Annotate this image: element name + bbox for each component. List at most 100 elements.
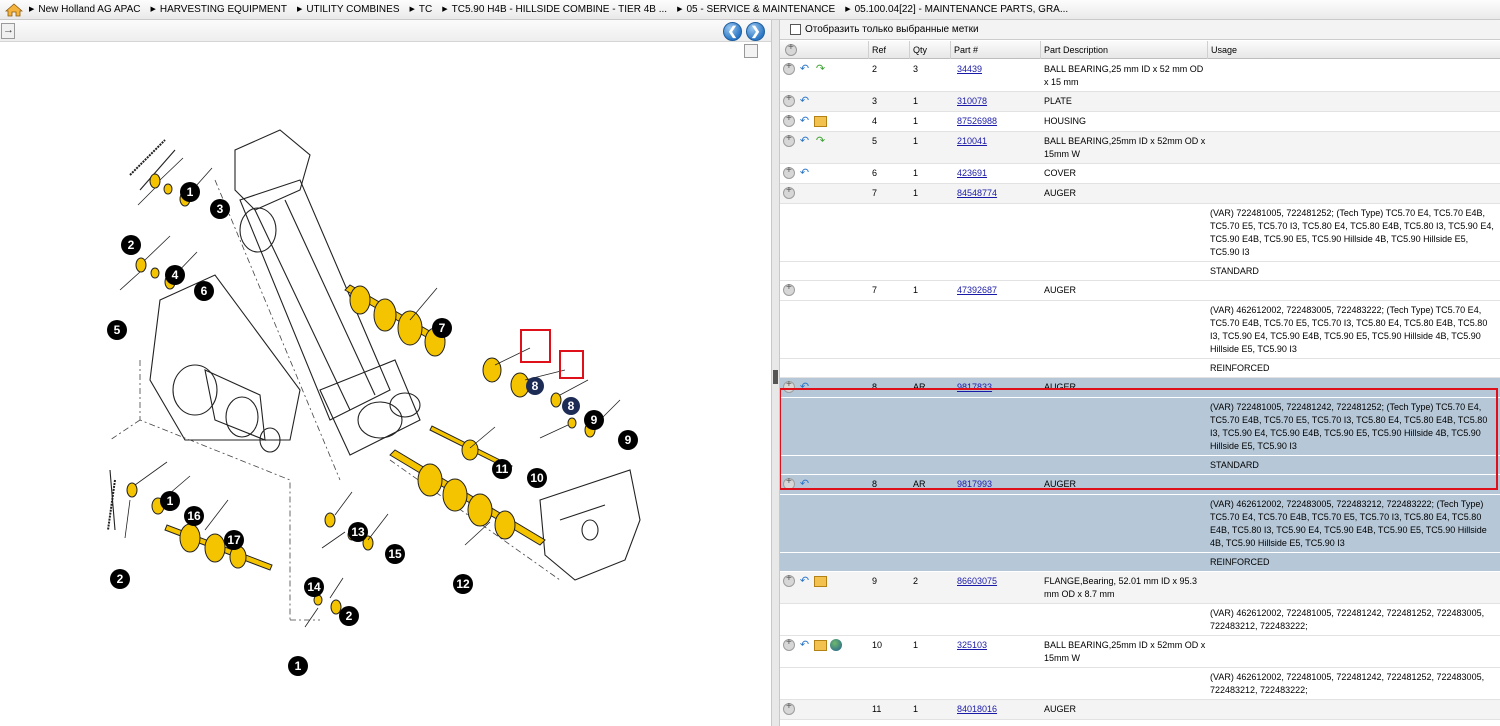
expand-row-icon[interactable] [783,165,795,179]
part-number-link[interactable]: 325103 [957,639,987,652]
breadcrumb-item[interactable]: UTILITY COMBINES [297,4,399,15]
parts-table-header: Ref Qty Part # Part Description Usage [780,41,1500,59]
table-row[interactable]: ↶ 6 1 423691 COVER [780,164,1500,184]
column-qty[interactable]: Qty [909,41,950,59]
arrow-back-icon[interactable]: ↶ [798,478,811,490]
expand-row-icon[interactable] [783,93,795,107]
column-description[interactable]: Part Description [1040,41,1207,59]
export-icon[interactable] [1,23,15,39]
row-icons: ↶↷ [783,133,827,147]
ref-cell: 3 [872,96,878,106]
column-part-number[interactable]: Part # [950,41,1040,59]
part-number-link[interactable]: 87526988 [957,115,997,128]
row-icons: ↶ [783,573,827,587]
description-cell: HOUSING [1044,116,1087,126]
usage-text: REINFORCED [1210,363,1270,373]
part-number-link[interactable]: 310078 [957,95,987,108]
part-number-link[interactable]: 84548774 [957,187,997,200]
arrow-back-icon[interactable]: ↶ [798,135,811,147]
arrow-forward-icon[interactable]: ↷ [814,63,827,75]
row-icons: ↶ [783,165,811,179]
breadcrumb-item[interactable]: New Holland AG APAC [29,4,140,15]
globe-icon[interactable] [830,639,842,651]
next-page-button[interactable]: ❯ [746,22,765,41]
callout-number: 15 [388,547,402,561]
arrow-back-icon[interactable]: ↶ [798,575,811,587]
parts-diagram[interactable]: 1 2 3 4 5 6 7 8 8 9 9 10 11 12 1 2 16 17 13 14 15 2 1 [0,60,771,726]
expand-row-icon[interactable] [783,573,795,587]
expand-row-icon[interactable] [783,133,795,147]
expand-row-icon[interactable] [783,637,795,651]
breadcrumb-item[interactable]: TC [410,4,432,15]
expand-row-icon[interactable] [783,282,795,296]
arrow-back-icon[interactable]: ↶ [798,639,811,651]
table-row[interactable]: 11184018016AUGER [780,700,1500,720]
breadcrumb-item[interactable]: 05.100.04[22] - MAINTENANCE PARTS, GRA..… [845,4,1069,15]
table-row[interactable]: ↶ 8 AR 9817993 AUGER [780,475,1500,495]
arrow-back-icon[interactable]: ↶ [798,381,811,393]
usage-text: (VAR) 462612002, 722481005, 722481242, 7… [1210,608,1485,631]
table-row[interactable]: 7 1 84548774 AUGER [780,184,1500,204]
part-number-link[interactable]: 210041 [957,135,987,148]
table-row[interactable]: ↶↷ 2 3 34439 BALL BEARING,25 mm ID x 52 mm O… [780,60,1500,92]
callout-number: 11 [496,462,509,476]
expand-row-icon[interactable] [783,185,795,199]
usage-row: STANDARD [780,262,1500,281]
part-number-link[interactable]: 423691 [957,167,987,180]
exploded-view-drawing: 1234567889910111212161713141521 [107,129,641,676]
table-row[interactable]: ↶ 3 1 310078 PLATE [780,92,1500,112]
part-number-link[interactable]: 9817993 [957,478,992,491]
part-number-link[interactable]: 84018016 [957,703,997,716]
table-row[interactable]: ↶ 4 1 87526988 HOUSING [780,112,1500,132]
breadcrumb-item[interactable]: 05 - SERVICE & MAINTENANCE [677,4,835,15]
usage-text: (VAR) 462612002, 722483005, 722483222; (… [1210,305,1488,354]
description-cell: PLATE [1044,96,1072,106]
pane-splitter[interactable] [771,20,780,726]
callout-number: 8 [568,399,575,413]
callout-highlight [559,350,584,379]
column-ref[interactable]: Ref [868,41,909,59]
package-icon[interactable] [814,116,827,127]
part-number-link[interactable]: 34439 [957,63,982,76]
ref-cell: 9 [872,576,878,586]
breadcrumb-item[interactable]: TC5.90 H4B - HILLSIDE COMBINE - TIER 4B … [442,4,667,15]
part-number-link[interactable]: 47392687 [957,284,997,297]
usage-row: (VAR) 722481005, 722481252; (Tech Type) … [780,204,1500,262]
qty-cell: 1 [913,96,919,106]
table-row[interactable]: ↶↷ 5 1 210041 BALL BEARING,25mm ID x 52mm OD… [780,132,1500,164]
package-icon[interactable] [814,576,827,587]
column-usage[interactable]: Usage [1207,41,1500,59]
diagram-zoom-box[interactable] [744,44,758,58]
expand-row-icon[interactable] [783,379,795,393]
table-row[interactable]: ↶ 10 1 325103 BALL BEARING,25mm ID x 52mm OD… [780,636,1500,668]
expand-all-icon[interactable] [785,42,797,56]
part-number-link[interactable]: 9817833 [957,381,992,394]
usage-row: REINFORCED [780,553,1500,572]
usage-text: (VAR) 722481005, 722481242, 722481252; (… [1210,402,1488,451]
expand-row-icon[interactable] [783,476,795,490]
callout-number: 3 [217,202,224,216]
part-number-link[interactable]: 86603075 [957,575,997,588]
expand-row-icon[interactable] [783,113,795,127]
arrow-back-icon[interactable]: ↶ [798,63,811,75]
usage-row: STANDARD [780,456,1500,475]
package-icon[interactable] [814,640,827,651]
parts-list-pane: Отобразить только выбранные метки Ref Qt… [780,20,1500,726]
app-window: New Holland AG APAC HARVESTING EQUIPMENT… [0,0,1500,726]
show-selected-only-checkbox[interactable] [790,24,801,35]
description-cell: AUGER [1044,188,1077,198]
table-row[interactable]: ↶ 8 AR 9817833 AUGER [780,378,1500,398]
qty-cell: 3 [913,64,919,74]
table-row[interactable]: ↶ 9 2 86603075 FLANGE,Bearing, 52.01 mm ID x… [780,572,1500,604]
breadcrumb-item[interactable]: HARVESTING EQUIPMENT [150,4,287,15]
qty-cell: 1 [913,168,919,178]
table-row[interactable]: 7 1 47392687 AUGER [780,281,1500,301]
arrow-forward-icon[interactable]: ↷ [814,135,827,147]
expand-row-icon[interactable] [783,61,795,75]
arrow-back-icon[interactable]: ↶ [798,115,811,127]
previous-page-button[interactable]: ❮ [723,22,742,41]
arrow-back-icon[interactable]: ↶ [798,167,811,179]
expand-row-icon[interactable] [783,701,795,715]
home-icon[interactable] [5,2,23,17]
arrow-back-icon[interactable]: ↶ [798,95,811,107]
